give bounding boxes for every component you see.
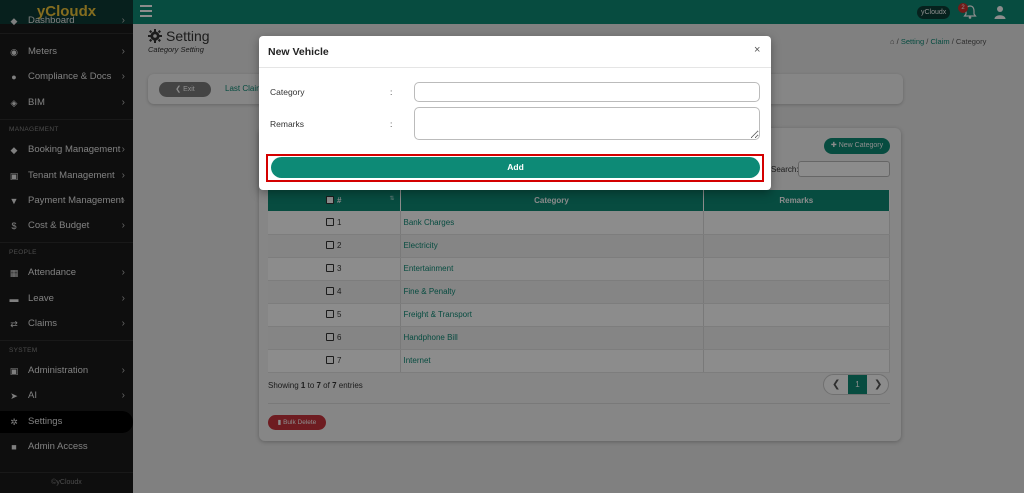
modal-title: New Vehicle bbox=[268, 46, 329, 58]
modal-divider bbox=[259, 67, 771, 68]
category-label: Category bbox=[270, 87, 305, 97]
category-input[interactable] bbox=[414, 82, 760, 102]
colon: : bbox=[390, 87, 393, 97]
colon: : bbox=[390, 119, 393, 129]
close-icon[interactable]: × bbox=[754, 44, 760, 56]
new-vehicle-modal: New Vehicle × Category : Remarks : Add bbox=[259, 36, 771, 190]
remarks-label: Remarks bbox=[270, 119, 305, 129]
add-button[interactable]: Add bbox=[271, 157, 760, 178]
remarks-textarea[interactable] bbox=[414, 107, 760, 140]
